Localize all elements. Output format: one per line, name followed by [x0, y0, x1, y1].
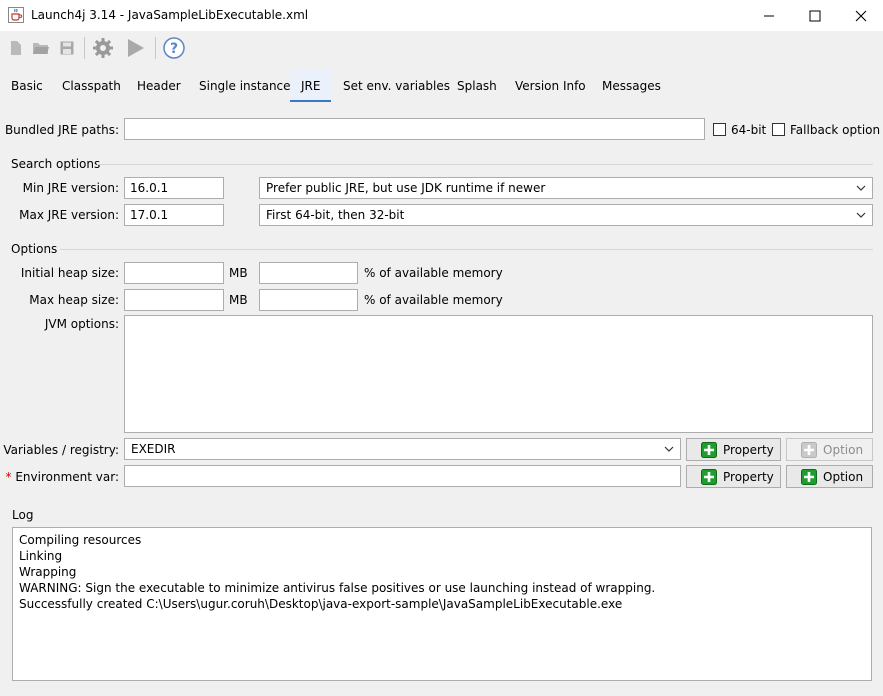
- maximize-icon: [809, 10, 821, 21]
- max-heap-label: Max heap size:: [29, 293, 119, 307]
- initial-heap-input[interactable]: [124, 262, 224, 284]
- close-button[interactable]: [838, 0, 883, 31]
- fallback-option-checkbox[interactable]: [772, 123, 785, 136]
- chevron-down-icon: [856, 212, 866, 218]
- help-button[interactable]: ?: [162, 36, 186, 60]
- jdk-preference-select[interactable]: Prefer public JRE, but use JDK runtime i…: [259, 177, 873, 199]
- build-wrapper-button[interactable]: [90, 36, 116, 60]
- initial-heap-label: Initial heap size:: [20, 266, 119, 280]
- chevron-down-icon: [856, 185, 866, 191]
- open-config-button[interactable]: [31, 38, 51, 58]
- variables-registry-value: EXEDIR: [131, 442, 176, 456]
- bundled-jre-label: Bundled JRE paths:: [4, 123, 119, 137]
- max-heap-percent-input[interactable]: [259, 289, 358, 311]
- section-divider: [97, 164, 873, 165]
- tab-bar: Basic Classpath Header Single instance J…: [0, 70, 883, 102]
- env-add-option-label: Option: [823, 469, 864, 484]
- jvm-options-textarea[interactable]: [124, 315, 873, 433]
- env-add-property-button[interactable]: Property: [686, 465, 781, 488]
- tab-splash[interactable]: Splash: [446, 70, 508, 102]
- min-jre-label: Min JRE version:: [22, 181, 119, 195]
- log-output[interactable]: Compiling resources Linking Wrapping WAR…: [12, 527, 872, 681]
- env-add-option-button[interactable]: Option: [786, 465, 873, 488]
- tab-jre[interactable]: JRE: [290, 70, 331, 102]
- log-line: WARNING: Sign the executable to minimize…: [19, 581, 656, 595]
- max-heap-input[interactable]: [124, 289, 224, 311]
- open-folder-icon: [33, 43, 49, 54]
- java-cup-icon: [8, 7, 24, 23]
- save-icon: [60, 41, 74, 55]
- window-title: Launch4j 3.14 - JavaSampleLibExecutable.…: [31, 8, 309, 22]
- initial-heap-percent-label: % of available memory: [364, 266, 503, 280]
- 64-bit-checkbox[interactable]: [713, 123, 726, 136]
- new-file-icon: [11, 41, 21, 55]
- section-divider: [60, 249, 873, 250]
- env-add-property-label: Property: [723, 469, 774, 484]
- max-jre-input[interactable]: 17.0.1: [124, 204, 224, 226]
- add-property-button[interactable]: Property: [686, 438, 781, 461]
- tab-basic[interactable]: Basic: [0, 70, 54, 102]
- run-icon: [128, 39, 144, 57]
- min-jre-input[interactable]: 16.0.1: [124, 177, 224, 199]
- minimize-button[interactable]: [746, 0, 792, 31]
- initial-heap-mb-unit: MB: [229, 266, 248, 280]
- run-button[interactable]: [123, 36, 147, 60]
- log-title: Log: [12, 508, 34, 522]
- max-jre-label: Max JRE version:: [19, 208, 119, 222]
- tab-single-instance[interactable]: Single instance: [188, 70, 302, 102]
- minimize-icon: [764, 15, 774, 16]
- toolbar-separator: [84, 37, 85, 59]
- help-icon: ?: [163, 37, 185, 59]
- jvm-options-label: JVM options:: [44, 317, 119, 331]
- svg-text:?: ?: [170, 41, 178, 57]
- initial-heap-percent-input[interactable]: [259, 262, 358, 284]
- jdk-preference-value: Prefer public JRE, but use JDK runtime i…: [266, 181, 546, 195]
- plus-icon: [701, 441, 717, 458]
- tab-messages[interactable]: Messages: [591, 70, 672, 102]
- title-bar: Launch4j 3.14 - JavaSampleLibExecutable.…: [0, 0, 883, 31]
- max-heap-percent-label: % of available memory: [364, 293, 503, 307]
- chevron-down-icon: [664, 446, 674, 452]
- fallback-option-label: Fallback option: [790, 123, 881, 137]
- variables-registry-label: Variables / registry:: [3, 443, 119, 457]
- bundled-jre-input[interactable]: [124, 118, 705, 140]
- add-option-button-disabled[interactable]: Option: [786, 438, 873, 461]
- search-options-title: Search options: [11, 157, 101, 171]
- add-property-label: Property: [723, 442, 774, 457]
- plus-icon: [801, 468, 817, 485]
- log-line: Linking: [19, 549, 63, 563]
- max-heap-mb-unit: MB: [229, 293, 248, 307]
- runtime-bits-value: First 64-bit, then 32-bit: [266, 208, 405, 222]
- add-option-label: Option: [823, 442, 864, 457]
- plus-icon: [801, 441, 817, 458]
- variables-registry-select[interactable]: EXEDIR: [124, 438, 681, 460]
- tab-set-env-variables[interactable]: Set env. variables: [332, 70, 461, 102]
- environment-var-label: * Environment var:: [6, 470, 119, 484]
- tab-version-info[interactable]: Version Info: [504, 70, 597, 102]
- build-gear-icon: [93, 38, 113, 58]
- environment-var-label-text: Environment var:: [11, 470, 119, 484]
- 64-bit-label: 64-bit: [731, 123, 767, 137]
- options-title: Options: [11, 242, 58, 256]
- tab-classpath[interactable]: Classpath: [51, 70, 132, 102]
- log-line: Compiling resources: [19, 533, 142, 547]
- save-config-button[interactable]: [58, 38, 76, 58]
- toolbar-separator: [155, 37, 156, 59]
- log-line: Wrapping: [19, 565, 77, 579]
- plus-icon: [701, 468, 717, 485]
- runtime-bits-select[interactable]: First 64-bit, then 32-bit: [259, 204, 873, 226]
- maximize-button[interactable]: [792, 0, 838, 31]
- environment-var-input[interactable]: [124, 465, 681, 487]
- close-icon: [855, 10, 867, 21]
- log-line: Successfully created C:\Users\ugur.coruh…: [19, 597, 623, 611]
- tab-header[interactable]: Header: [126, 70, 192, 102]
- new-config-button[interactable]: [8, 38, 24, 58]
